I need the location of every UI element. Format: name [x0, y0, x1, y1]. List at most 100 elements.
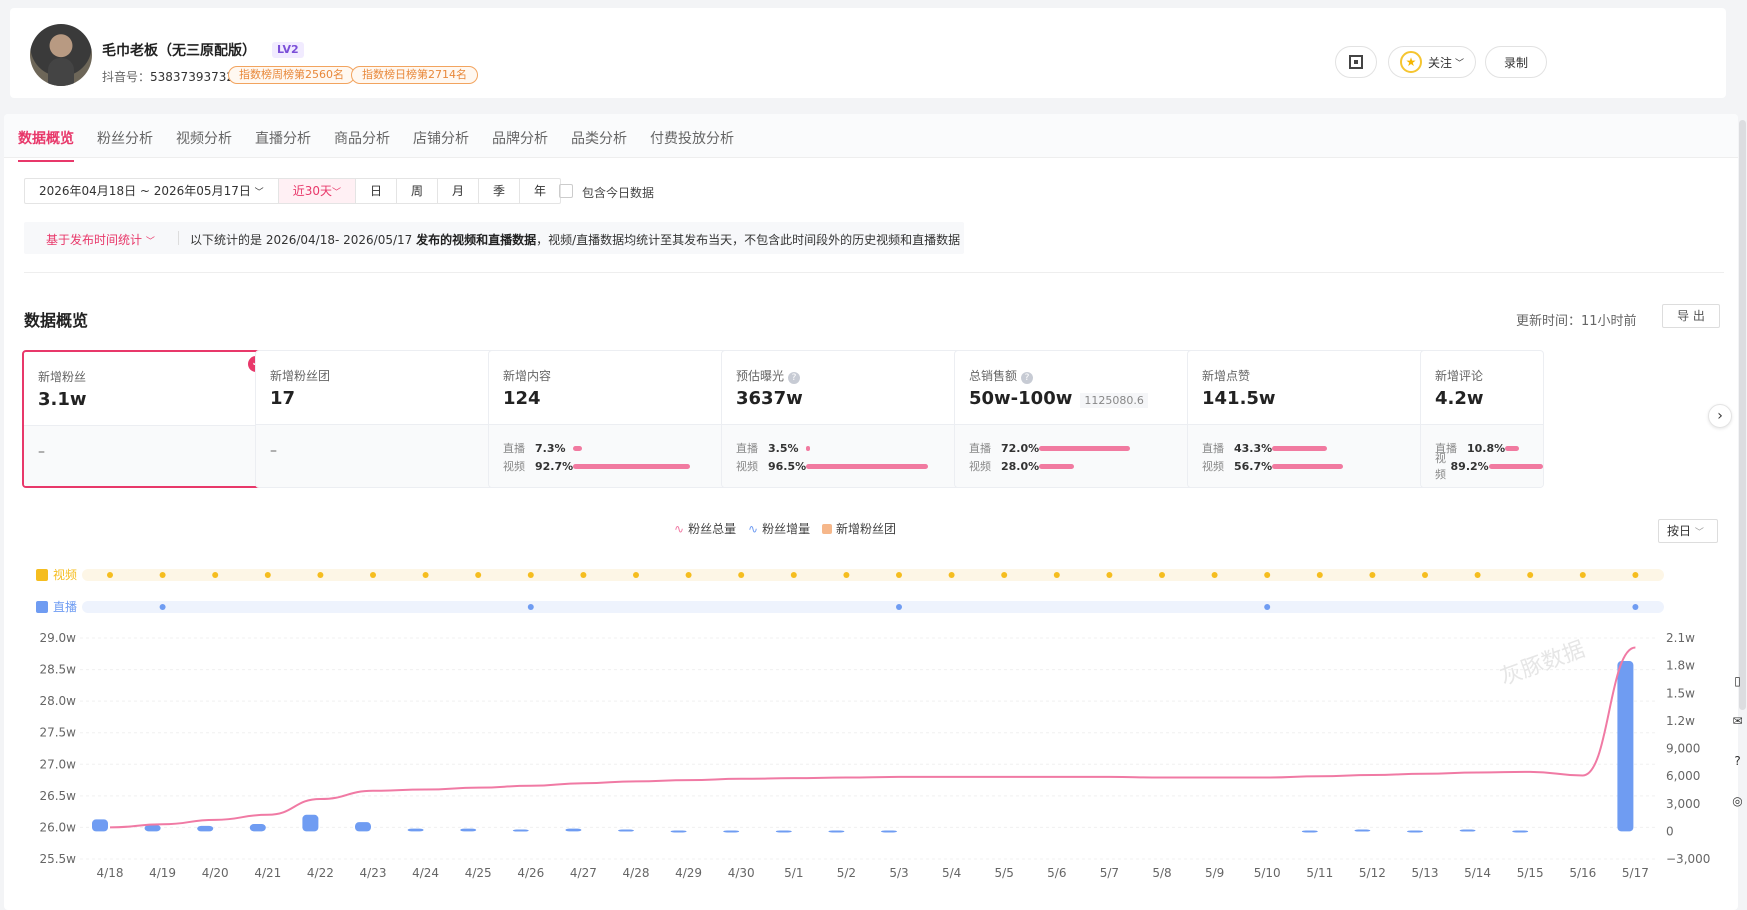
video-dot — [264, 572, 271, 578]
x-tick-label: 5/14 — [1464, 866, 1491, 880]
y-right-tick-label: 3,000 — [1666, 797, 1700, 811]
video-dot — [685, 572, 692, 578]
y-left-tick-label: 27.0w — [39, 757, 76, 771]
y-left-tick-label: 28.0w — [39, 694, 76, 708]
bar — [565, 828, 582, 832]
video-dot — [107, 572, 113, 578]
x-tick-label: 5/10 — [1254, 866, 1281, 880]
bar — [775, 830, 792, 833]
bar — [460, 828, 477, 832]
video-dot — [633, 572, 639, 578]
x-tick-label: 5/2 — [837, 866, 856, 880]
mail-icon[interactable]: ✉ — [1728, 714, 1747, 754]
video-dot — [527, 572, 534, 578]
side-toolbar: ▯ ✉ ? ◎ — [1728, 666, 1747, 886]
x-tick-label: 4/28 — [623, 866, 650, 880]
y-left-tick-label: 26.5w — [39, 789, 76, 803]
video-dot — [790, 572, 797, 578]
live-track-label: 直播 — [53, 600, 77, 614]
x-tick-label: 4/23 — [360, 866, 387, 880]
y-right-tick-label: 1.8w — [1666, 659, 1695, 673]
bar — [1301, 830, 1318, 833]
x-tick-label: 5/6 — [1047, 866, 1066, 880]
live-dot — [527, 604, 534, 610]
bar — [92, 819, 108, 832]
video-dot — [1053, 572, 1060, 578]
video-dot — [370, 572, 376, 578]
x-tick-label: 5/5 — [995, 866, 1014, 880]
bar — [1407, 830, 1423, 833]
video-dot — [1422, 572, 1428, 578]
live-dot — [896, 604, 902, 610]
x-tick-label: 4/29 — [675, 866, 702, 880]
x-tick-label: 5/11 — [1306, 866, 1333, 880]
video-dot — [843, 572, 850, 578]
x-tick-label: 5/17 — [1622, 866, 1649, 880]
video-dot — [580, 572, 587, 578]
video-track-label: 视频 — [53, 567, 77, 582]
y-left-tick-label: 27.5w — [39, 726, 76, 740]
video-dot — [1001, 572, 1008, 578]
video-dot — [948, 572, 955, 578]
live-dot — [1632, 604, 1639, 610]
x-tick-label: 4/21 — [254, 866, 281, 880]
bar — [355, 822, 371, 832]
x-tick-label: 4/24 — [412, 866, 439, 880]
video-dot — [159, 572, 166, 578]
video-dot — [1159, 572, 1165, 578]
bar — [828, 830, 845, 833]
x-tick-label: 4/25 — [465, 866, 492, 880]
live-dot — [159, 604, 166, 610]
bar — [1459, 829, 1476, 832]
series-line-total-fans — [109, 646, 1636, 829]
bar — [144, 824, 161, 832]
bar — [723, 830, 740, 833]
video-dot — [1527, 572, 1534, 578]
x-tick-label: 5/13 — [1412, 866, 1439, 880]
video-dot — [1369, 572, 1376, 578]
bar — [249, 824, 266, 832]
bar — [1617, 661, 1634, 832]
y-right-tick-label: 1.5w — [1666, 686, 1695, 700]
y-right-tick-label: 1.2w — [1666, 714, 1695, 728]
x-tick-label: 5/4 — [942, 866, 961, 880]
x-tick-label: 4/18 — [97, 866, 124, 880]
y-right-tick-label: 0 — [1666, 824, 1674, 838]
watermark: 灰豚数据 — [1497, 637, 1588, 691]
video-icon — [36, 569, 48, 581]
y-left-tick-label: 26.0w — [39, 820, 76, 834]
bar — [512, 829, 529, 832]
y-left-tick-label: 28.5w — [39, 663, 76, 677]
y-left-tick-label: 29.0w — [39, 631, 76, 645]
wechat-icon[interactable]: ◎ — [1728, 794, 1747, 834]
video-dot — [475, 572, 482, 578]
video-dot — [896, 572, 902, 578]
bar — [1354, 829, 1371, 832]
fans-chart: 29.0w 28.5w 28.0w 27.5w 27.0w 26.5w 26.0w 25.5w… — [36, 567, 1710, 880]
x-tick-label: 4/26 — [517, 866, 544, 880]
x-tick-label: 5/9 — [1205, 866, 1224, 880]
bar — [302, 814, 319, 832]
bar — [1512, 830, 1529, 833]
x-tick-label: 5/1 — [784, 866, 803, 880]
video-dot — [1632, 572, 1639, 578]
bar — [670, 830, 687, 833]
live-track — [82, 601, 1664, 613]
x-tick-label: 5/8 — [1152, 866, 1171, 880]
x-tick-label: 5/7 — [1100, 866, 1119, 880]
help-icon[interactable]: ? — [1728, 754, 1747, 794]
x-tick-label: 5/3 — [889, 866, 908, 880]
y-right-tick-label: 9,000 — [1666, 742, 1700, 756]
y-right-tick-label: −3,000 — [1666, 852, 1710, 866]
video-dot — [317, 572, 324, 578]
bar — [407, 828, 424, 832]
x-tick-label: 4/20 — [202, 866, 229, 880]
video-dot — [422, 572, 429, 578]
x-tick-label: 4/27 — [570, 866, 597, 880]
bar — [618, 829, 634, 832]
video-dot — [1579, 572, 1586, 578]
scrollbar-thumb[interactable] — [1739, 120, 1746, 710]
phone-icon[interactable]: ▯ — [1728, 674, 1747, 714]
bar — [881, 830, 897, 833]
video-dot — [1474, 572, 1481, 578]
